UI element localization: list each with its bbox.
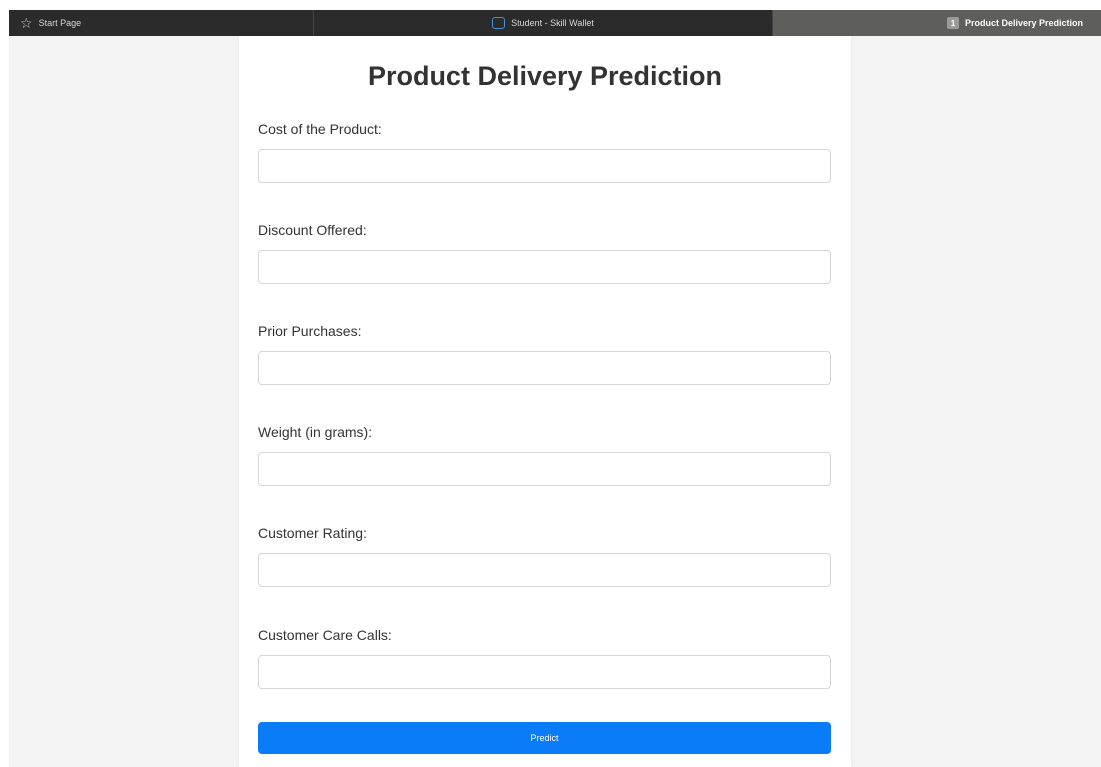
field-cost-of-product: Cost of the Product: <box>258 120 831 183</box>
browser-tab-bar: ☆ Start Page Student - Skill Wallet 1 Pr… <box>9 10 1101 36</box>
field-customer-rating: Customer Rating: <box>258 524 831 587</box>
field-label: Customer Rating: <box>258 525 367 541</box>
field-label: Prior Purchases: <box>258 323 362 339</box>
predict-button[interactable]: Predict <box>258 722 831 754</box>
tab-label: Start Page <box>38 18 82 28</box>
tab-start-page[interactable]: ☆ Start Page <box>9 10 314 36</box>
prior-purchases-input[interactable] <box>258 351 831 385</box>
cost-of-product-input[interactable] <box>258 149 831 183</box>
tab-product-delivery-prediction[interactable]: 1 Product Delivery Prediction <box>773 10 1101 36</box>
field-discount-offered: Discount Offered: <box>258 221 831 284</box>
form-card: Product Delivery Prediction Cost of the … <box>239 36 851 767</box>
page-background: Product Delivery Prediction Cost of the … <box>9 36 1101 767</box>
field-label: Customer Care Calls: <box>258 627 392 643</box>
tab-label: Product Delivery Prediction <box>964 18 1083 28</box>
customer-rating-input[interactable] <box>258 553 831 587</box>
customer-care-calls-input[interactable] <box>258 655 831 689</box>
field-label: Weight (in grams): <box>258 424 373 440</box>
field-weight: Weight (in grams): <box>258 423 831 486</box>
field-label: Discount Offered: <box>258 222 367 238</box>
wallet-icon <box>492 17 506 29</box>
tab-count-badge: 1 <box>946 17 959 29</box>
star-icon: ☆ <box>20 15 33 31</box>
field-label: Cost of the Product: <box>258 121 382 137</box>
field-customer-care-calls: Customer Care Calls: <box>258 626 831 689</box>
page-title: Product Delivery Prediction <box>367 61 723 91</box>
tab-student-skill-wallet[interactable]: Student - Skill Wallet <box>314 10 773 36</box>
tab-label: Student - Skill Wallet <box>511 18 594 28</box>
discount-offered-input[interactable] <box>258 250 831 284</box>
weight-input[interactable] <box>258 452 831 486</box>
field-prior-purchases: Prior Purchases: <box>258 322 831 385</box>
